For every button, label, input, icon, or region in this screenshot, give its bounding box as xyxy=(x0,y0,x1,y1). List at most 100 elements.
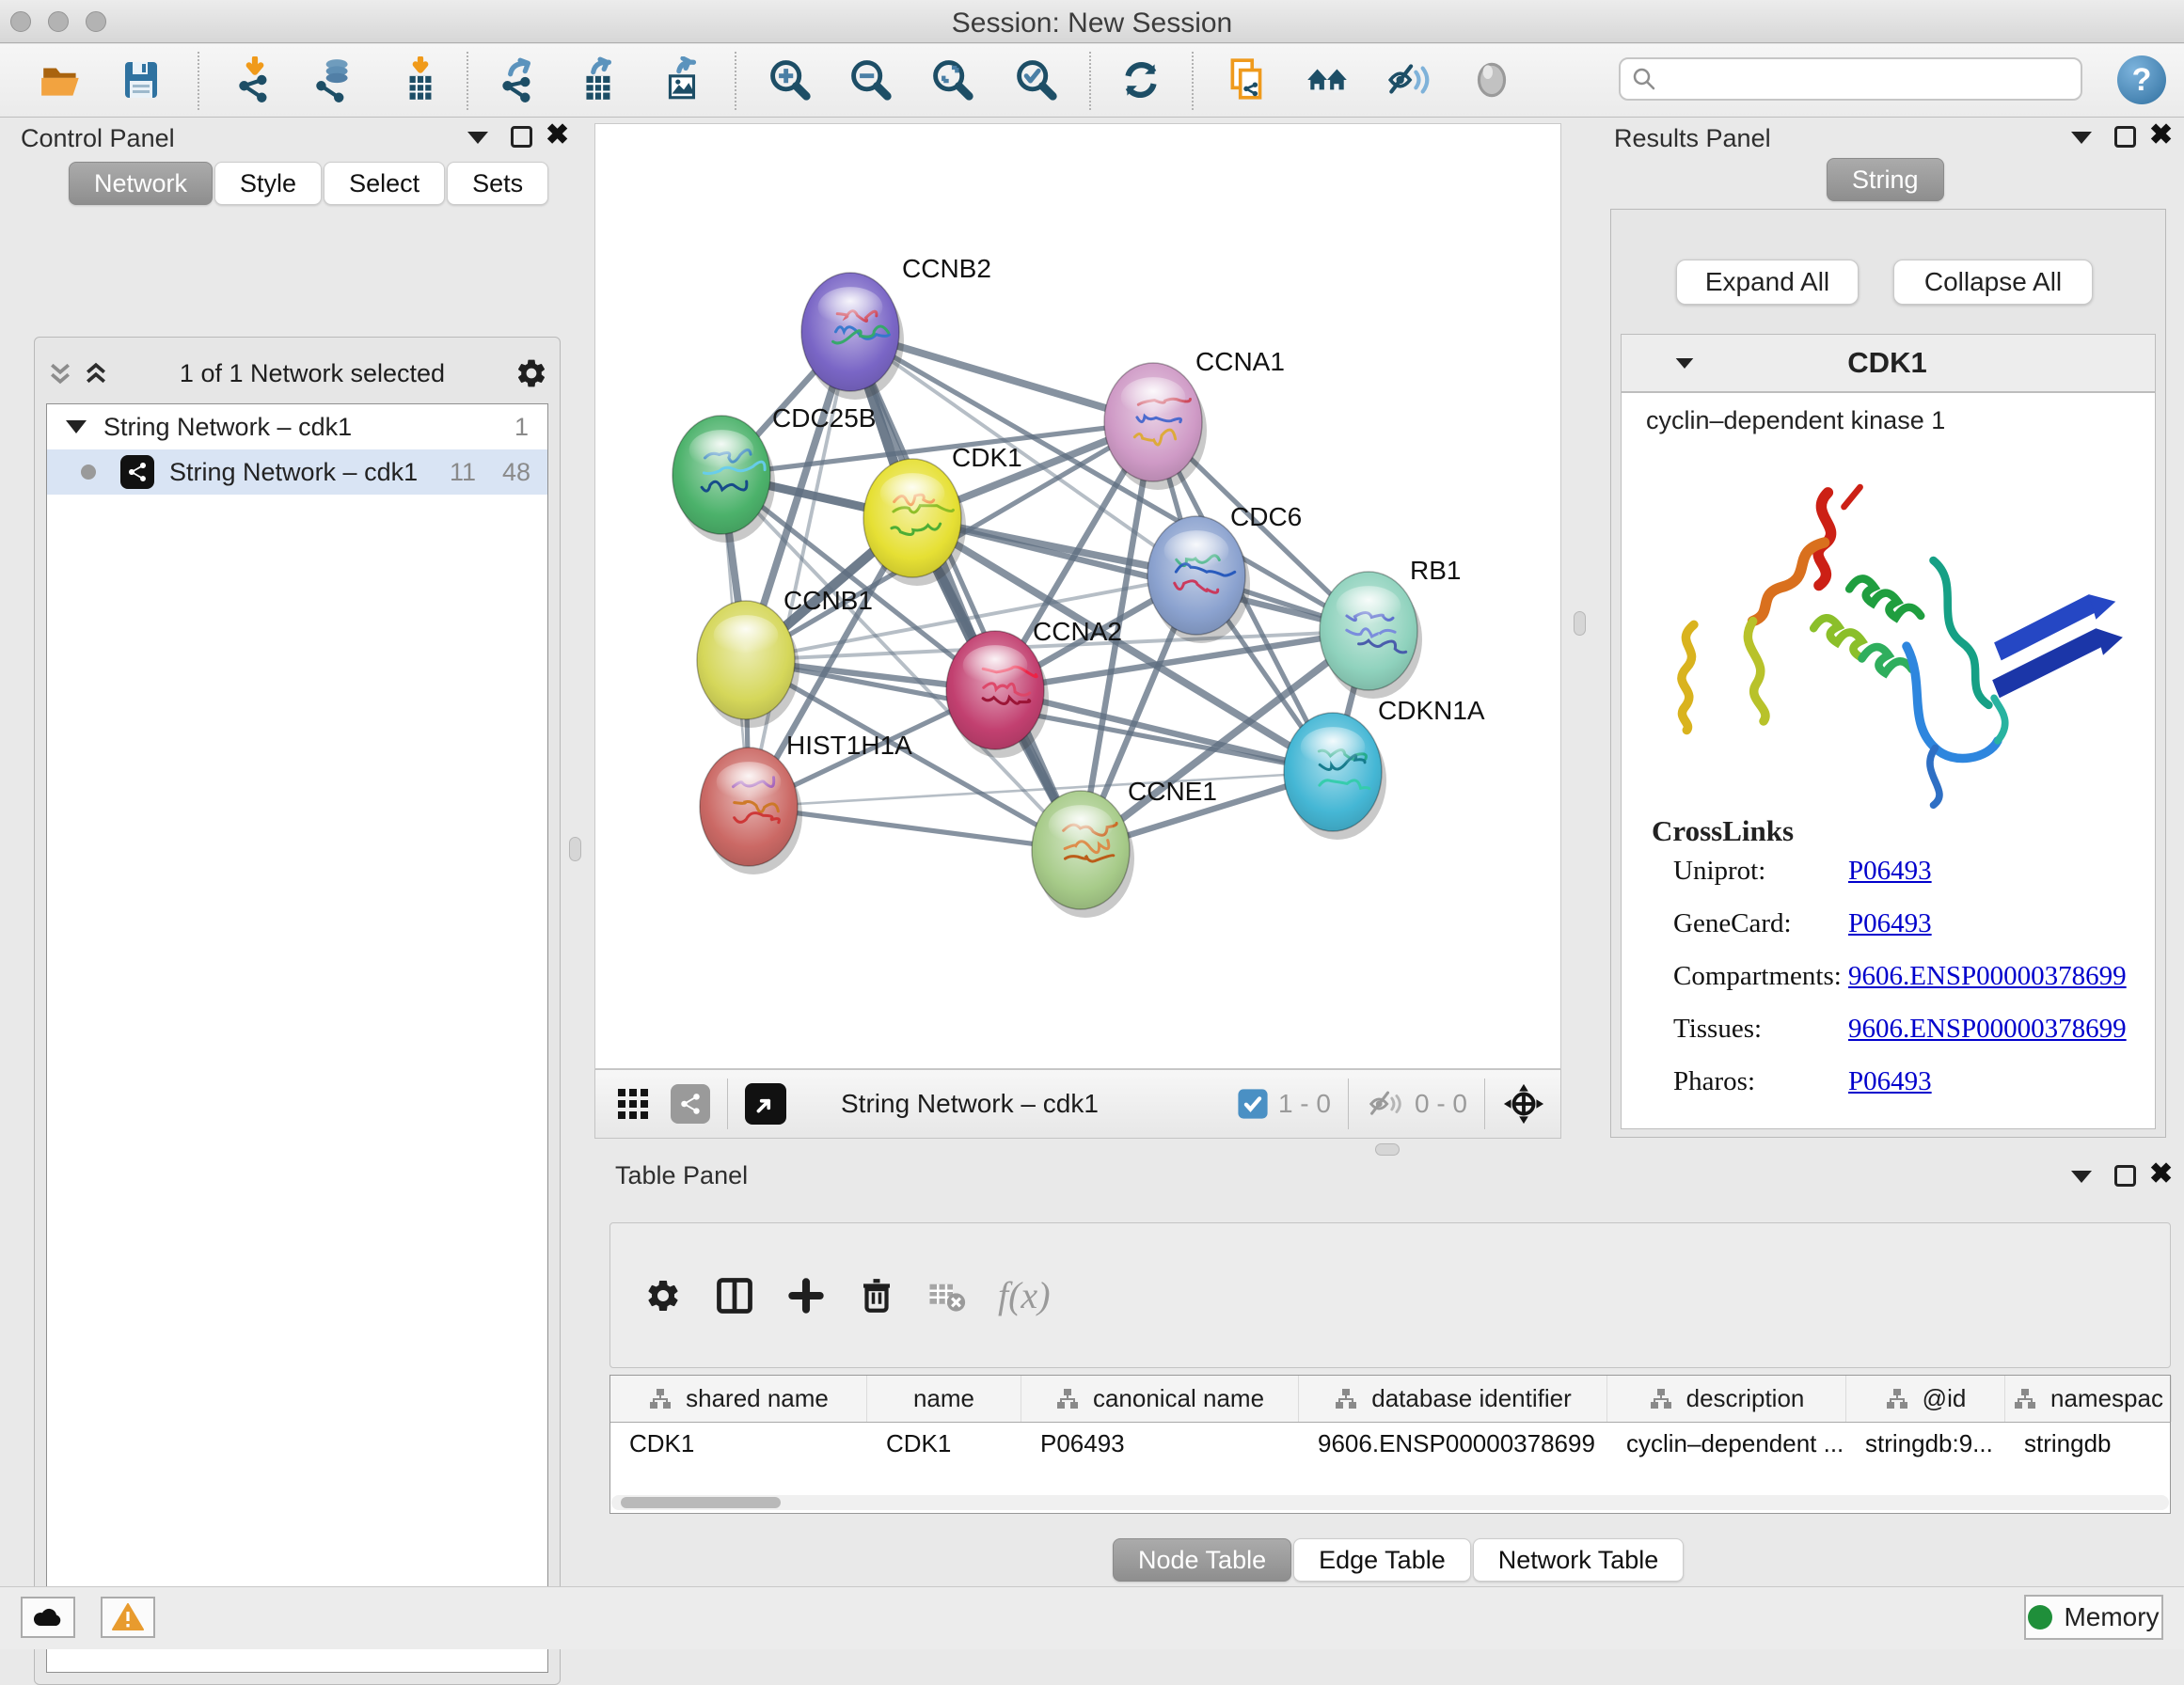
tab-style[interactable]: Style xyxy=(214,162,322,205)
search-box[interactable] xyxy=(1619,57,2082,101)
control-panel-close-icon[interactable]: ✖ xyxy=(546,124,569,146)
network-canvas[interactable]: CCNB2CCNA1CDC25BCDK1CDC6RB1CCNB1CCNA2CDK… xyxy=(594,123,1561,1069)
table-horizontal-scrollbar[interactable] xyxy=(611,1495,2169,1510)
network-row-selected[interactable]: String Network – cdk1 11 48 xyxy=(47,449,547,495)
table-panel-close-icon[interactable]: ✖ xyxy=(2149,1163,2173,1185)
column-header-shared-name[interactable]: shared name xyxy=(610,1376,867,1422)
node-CDC6[interactable]: CDC6 xyxy=(1147,502,1302,643)
node-CDKN1A[interactable]: CDKN1A xyxy=(1284,696,1485,840)
cell-database-identifier[interactable]: 9606.ENSP00000378699 xyxy=(1299,1423,1607,1464)
node-CCNA2[interactable]: CCNA2 xyxy=(946,617,1122,758)
import-network-button[interactable] xyxy=(230,55,279,104)
refresh-button[interactable] xyxy=(1116,55,1165,104)
tab-sets[interactable]: Sets xyxy=(447,162,548,205)
zoom-in-button[interactable] xyxy=(766,55,815,104)
tab-node-table[interactable]: Node Table xyxy=(1113,1538,1291,1582)
tab-network[interactable]: Network xyxy=(69,162,213,205)
cell-shared-name[interactable]: CDK1 xyxy=(610,1423,867,1464)
tab-string[interactable]: String xyxy=(1827,158,1944,201)
right-splitter-handle[interactable] xyxy=(1574,611,1586,636)
zoom-fit-button[interactable] xyxy=(928,55,977,104)
column-header-canonical-name[interactable]: canonical name xyxy=(1021,1376,1299,1422)
table-panel-menu-icon[interactable] xyxy=(2071,1171,2092,1183)
add-column-icon[interactable] xyxy=(785,1275,827,1316)
node-label-CCNA2: CCNA2 xyxy=(1033,617,1122,646)
node-CCNA1[interactable]: CCNA1 xyxy=(1104,347,1285,490)
crosslink-uniprot-link[interactable]: P06493 xyxy=(1848,856,1932,887)
selected-checkbox-icon[interactable] xyxy=(1237,1088,1269,1120)
zoom-selected-button[interactable] xyxy=(1012,55,1061,104)
cell-description[interactable]: cyclin–dependent ... xyxy=(1607,1423,1846,1464)
table-panel-float-icon[interactable] xyxy=(2114,1165,2136,1187)
cdk1-section-header[interactable]: CDK1 xyxy=(1621,334,2156,392)
help-button[interactable]: ? xyxy=(2117,55,2166,104)
delete-column-icon[interactable] xyxy=(857,1276,896,1315)
column-header-namespac[interactable]: namespac xyxy=(2005,1376,2172,1422)
export-network-button[interactable] xyxy=(494,55,543,104)
expand-all-button[interactable]: Expand All xyxy=(1676,260,1859,305)
network-graph[interactable]: CCNB2CCNA1CDC25BCDK1CDC6RB1CCNB1CCNA2CDK… xyxy=(595,124,1560,1068)
cell-name[interactable]: CDK1 xyxy=(867,1423,1021,1464)
edge-CCNB2-CCNE1[interactable] xyxy=(850,332,1081,850)
tab-edge-table[interactable]: Edge Table xyxy=(1293,1538,1471,1582)
pan-crosshair-icon[interactable] xyxy=(1502,1082,1545,1126)
grid-view-icon[interactable] xyxy=(616,1087,650,1121)
column-header-description[interactable]: description xyxy=(1607,1376,1846,1422)
tab-select[interactable]: Select xyxy=(324,162,445,205)
hide-panel-button[interactable] xyxy=(1384,55,1432,104)
eye-disabled-button[interactable] xyxy=(1467,55,1516,104)
crosslink-genecard-link[interactable]: P06493 xyxy=(1848,908,1932,939)
open-folder-icon xyxy=(39,56,86,103)
network-collection-row[interactable]: String Network – cdk1 1 xyxy=(47,404,547,449)
tab-network-table[interactable]: Network Table xyxy=(1473,1538,1685,1582)
results-panel-menu-icon[interactable] xyxy=(2071,132,2092,144)
left-splitter-handle[interactable] xyxy=(569,837,581,861)
scrollbar-thumb[interactable] xyxy=(621,1497,781,1508)
cloud-button[interactable] xyxy=(21,1597,75,1638)
node-table[interactable]: shared namename canonical name database id… xyxy=(609,1375,2171,1514)
network-view-icon[interactable] xyxy=(671,1084,710,1124)
crosslink-tissues-link[interactable]: 9606.ENSP00000378699 xyxy=(1848,1014,2127,1045)
table-gear-icon[interactable] xyxy=(644,1277,682,1315)
save-session-button[interactable] xyxy=(117,55,166,104)
warning-button[interactable] xyxy=(101,1597,155,1638)
hidden-eye-icon[interactable] xyxy=(1366,1088,1405,1120)
home-networks-button[interactable] xyxy=(1303,55,1352,104)
gear-icon[interactable] xyxy=(514,356,548,390)
node-CDC25B[interactable]: CDC25B xyxy=(673,403,876,543)
expand-all-icon[interactable] xyxy=(82,361,110,386)
zoom-out-button[interactable] xyxy=(847,55,895,104)
column-header-name[interactable]: name xyxy=(867,1376,1021,1422)
table-row[interactable]: CDK1CDK1P064939606.ENSP00000378699cyclin… xyxy=(610,1423,2170,1464)
crosslink-compartments-link[interactable]: 9606.ENSP00000378699 xyxy=(1848,961,2127,992)
cell--id[interactable]: stringdb:9... xyxy=(1846,1423,2005,1464)
birdseye-view-icon[interactable] xyxy=(745,1083,786,1125)
import-database-button[interactable] xyxy=(309,55,358,104)
open-session-button[interactable] xyxy=(38,55,87,104)
export-table-button[interactable] xyxy=(575,55,624,104)
results-panel-float-icon[interactable] xyxy=(2114,126,2136,148)
cell-canonical-name[interactable]: P06493 xyxy=(1021,1423,1299,1464)
control-panel-menu-icon[interactable] xyxy=(467,132,488,144)
show-columns-icon[interactable] xyxy=(714,1275,755,1316)
collapse-all-icon[interactable] xyxy=(46,361,74,386)
column-header-label: canonical name xyxy=(1093,1384,1264,1413)
column-header--id[interactable]: @id xyxy=(1846,1376,2005,1422)
column-header-database-identifier[interactable]: database identifier xyxy=(1299,1376,1607,1422)
export-image-button[interactable] xyxy=(658,55,707,104)
tree-expand-icon[interactable] xyxy=(66,420,87,433)
import-table-button[interactable] xyxy=(396,55,445,104)
collapse-all-button[interactable]: Collapse All xyxy=(1893,260,2093,305)
cell-namespac[interactable]: stringdb xyxy=(2005,1423,2172,1464)
results-panel-close-icon[interactable]: ✖ xyxy=(2149,124,2173,146)
control-panel-float-icon[interactable] xyxy=(511,126,532,148)
section-collapse-icon[interactable] xyxy=(1676,357,1694,368)
memory-button[interactable]: Memory xyxy=(2024,1595,2163,1640)
node-RB1[interactable]: RB1 xyxy=(1320,556,1461,699)
copy-document-button[interactable] xyxy=(1223,55,1272,104)
crosslink-pharos-link[interactable]: P06493 xyxy=(1848,1066,1932,1097)
network-collection-count: 1 xyxy=(514,413,529,442)
search-input[interactable] xyxy=(1658,61,2081,97)
node-CCNB2[interactable]: CCNB2 xyxy=(801,254,991,400)
node-CCNE1[interactable]: CCNE1 xyxy=(1032,777,1217,918)
